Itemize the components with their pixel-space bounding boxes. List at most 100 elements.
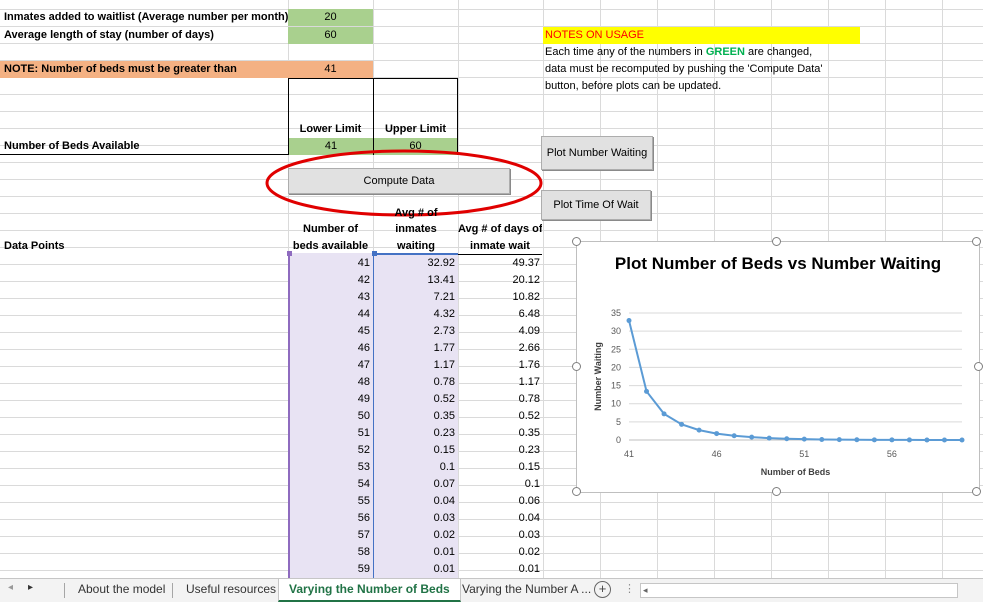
tab-varying-number-a[interactable]: Varying the Number A ... (452, 579, 601, 602)
sheet-tab-bar: ◂ ▸ About the model Useful resources Var… (0, 578, 983, 602)
beds-cell[interactable]: 58 (288, 544, 373, 561)
avg-stay-value[interactable]: 60 (288, 27, 373, 44)
data-point (679, 421, 685, 427)
chart-resize-handle[interactable] (572, 487, 581, 496)
chart-resize-handle[interactable] (972, 237, 981, 246)
y-tick-label: 30 (611, 326, 621, 336)
wait-days-cell[interactable]: 0.78 (458, 391, 543, 408)
y-tick-label: 20 (611, 362, 621, 372)
beds-cell[interactable]: 52 (288, 442, 373, 459)
wait-days-cell[interactable]: 2.66 (458, 340, 543, 357)
waiting-cell[interactable]: 0.78 (373, 374, 458, 391)
inmates-added-value[interactable]: 20 (288, 9, 373, 26)
wait-days-cell[interactable]: 0.52 (458, 408, 543, 425)
wait-days-cell[interactable]: 10.82 (458, 289, 543, 306)
col3-header-2: inmate wait (458, 238, 542, 255)
chart-resize-handle[interactable] (572, 362, 581, 371)
wait-days-cell[interactable]: 0.01 (458, 561, 543, 578)
tab-separator (172, 583, 173, 598)
plot-time-of-wait-button[interactable]: Plot Time Of Wait (541, 190, 651, 220)
waiting-cell[interactable]: 0.04 (373, 493, 458, 510)
data-points-label: Data Points (4, 240, 65, 252)
data-point (836, 437, 842, 443)
beds-cell[interactable]: 44 (288, 306, 373, 323)
beds-cell[interactable]: 47 (288, 357, 373, 374)
data-point (749, 434, 755, 440)
col2-header-2: inmates (395, 223, 437, 235)
beds-cell[interactable]: 42 (288, 272, 373, 289)
chart-resize-handle[interactable] (972, 487, 981, 496)
waiting-cell[interactable]: 0.23 (373, 425, 458, 442)
beds-cell[interactable]: 53 (288, 459, 373, 476)
data-point (941, 437, 947, 443)
wait-days-cell[interactable]: 0.06 (458, 493, 543, 510)
waiting-cell[interactable]: 13.41 (373, 272, 458, 289)
chart-resize-handle[interactable] (572, 237, 581, 246)
beds-cell[interactable]: 55 (288, 493, 373, 510)
x-tick-label: 56 (887, 449, 897, 459)
beds-cell[interactable]: 48 (288, 374, 373, 391)
beds-cell[interactable]: 59 (288, 561, 373, 578)
scroll-left-arrow-icon[interactable]: ◂ (8, 582, 13, 593)
waiting-cell[interactable]: 0.15 (373, 442, 458, 459)
data-point (889, 437, 895, 443)
chart-container[interactable]: Plot Number of Beds vs Number Waiting 05… (576, 241, 980, 493)
waiting-cell[interactable]: 0.07 (373, 476, 458, 493)
wait-days-cell[interactable]: 0.35 (458, 425, 543, 442)
horizontal-scrollbar[interactable]: ◂ (640, 583, 958, 598)
beds-cell[interactable]: 41 (288, 255, 373, 272)
tab-useful-resources[interactable]: Useful resources (176, 579, 286, 602)
waiting-cell[interactable]: 7.21 (373, 289, 458, 306)
waiting-cell[interactable]: 0.35 (373, 408, 458, 425)
beds-cell[interactable]: 46 (288, 340, 373, 357)
tab-varying-number-of-beds[interactable]: Varying the Number of Beds (278, 579, 461, 602)
add-sheet-icon[interactable]: + (594, 581, 611, 598)
x-axis-label: Number of Beds (761, 467, 831, 477)
beds-cell[interactable]: 43 (288, 289, 373, 306)
wait-days-cell[interactable]: 0.1 (458, 476, 543, 493)
tab-about-model[interactable]: About the model (68, 579, 175, 602)
waiting-cell[interactable]: 0.52 (373, 391, 458, 408)
beds-cell[interactable]: 57 (288, 527, 373, 544)
notes-line-2: data must be recomputed by pushing the '… (545, 63, 823, 75)
beds-cell[interactable]: 49 (288, 391, 373, 408)
waiting-cell[interactable]: 0.02 (373, 527, 458, 544)
chart-resize-handle[interactable] (772, 487, 781, 496)
waiting-cell[interactable]: 0.01 (373, 544, 458, 561)
scrollbar-left-icon[interactable]: ◂ (643, 584, 648, 596)
beds-cell[interactable]: 45 (288, 323, 373, 340)
wait-days-cell[interactable]: 1.76 (458, 357, 543, 374)
wait-days-cell[interactable]: 4.09 (458, 323, 543, 340)
wait-days-cell[interactable]: 0.15 (458, 459, 543, 476)
waiting-cell[interactable]: 0.03 (373, 510, 458, 527)
waiting-cell[interactable]: 2.73 (373, 323, 458, 340)
waiting-cell[interactable]: 4.32 (373, 306, 458, 323)
data-point (801, 436, 807, 442)
chart-resize-handle[interactable] (772, 237, 781, 246)
avg-stay-label: Average length of stay (number of days) (4, 29, 214, 41)
beds-cell[interactable]: 50 (288, 408, 373, 425)
waiting-cell[interactable]: 32.92 (373, 255, 458, 272)
data-point (906, 437, 912, 443)
plot-number-waiting-button[interactable]: Plot Number Waiting (541, 136, 653, 170)
waiting-cell[interactable]: 1.77 (373, 340, 458, 357)
waiting-cell[interactable]: 0.01 (373, 561, 458, 578)
chart-resize-handle[interactable] (974, 362, 983, 371)
wait-days-cell[interactable]: 0.03 (458, 527, 543, 544)
wait-days-cell[interactable]: 0.23 (458, 442, 543, 459)
wait-days-cell[interactable]: 1.17 (458, 374, 543, 391)
wait-days-cell[interactable]: 49.37 (458, 255, 543, 272)
data-point (714, 431, 720, 437)
waiting-cell[interactable]: 0.1 (373, 459, 458, 476)
wait-days-cell[interactable]: 6.48 (458, 306, 543, 323)
beds-cell[interactable]: 54 (288, 476, 373, 493)
scroll-right-arrow-icon[interactable]: ▸ (28, 582, 33, 593)
notes-line-3: button, before plots can be updated. (545, 80, 722, 92)
wait-days-cell[interactable]: 0.04 (458, 510, 543, 527)
more-options-icon[interactable]: ⋮ (624, 582, 635, 595)
wait-days-cell[interactable]: 0.02 (458, 544, 543, 561)
beds-cell[interactable]: 56 (288, 510, 373, 527)
beds-cell[interactable]: 51 (288, 425, 373, 442)
wait-days-cell[interactable]: 20.12 (458, 272, 543, 289)
waiting-cell[interactable]: 1.17 (373, 357, 458, 374)
